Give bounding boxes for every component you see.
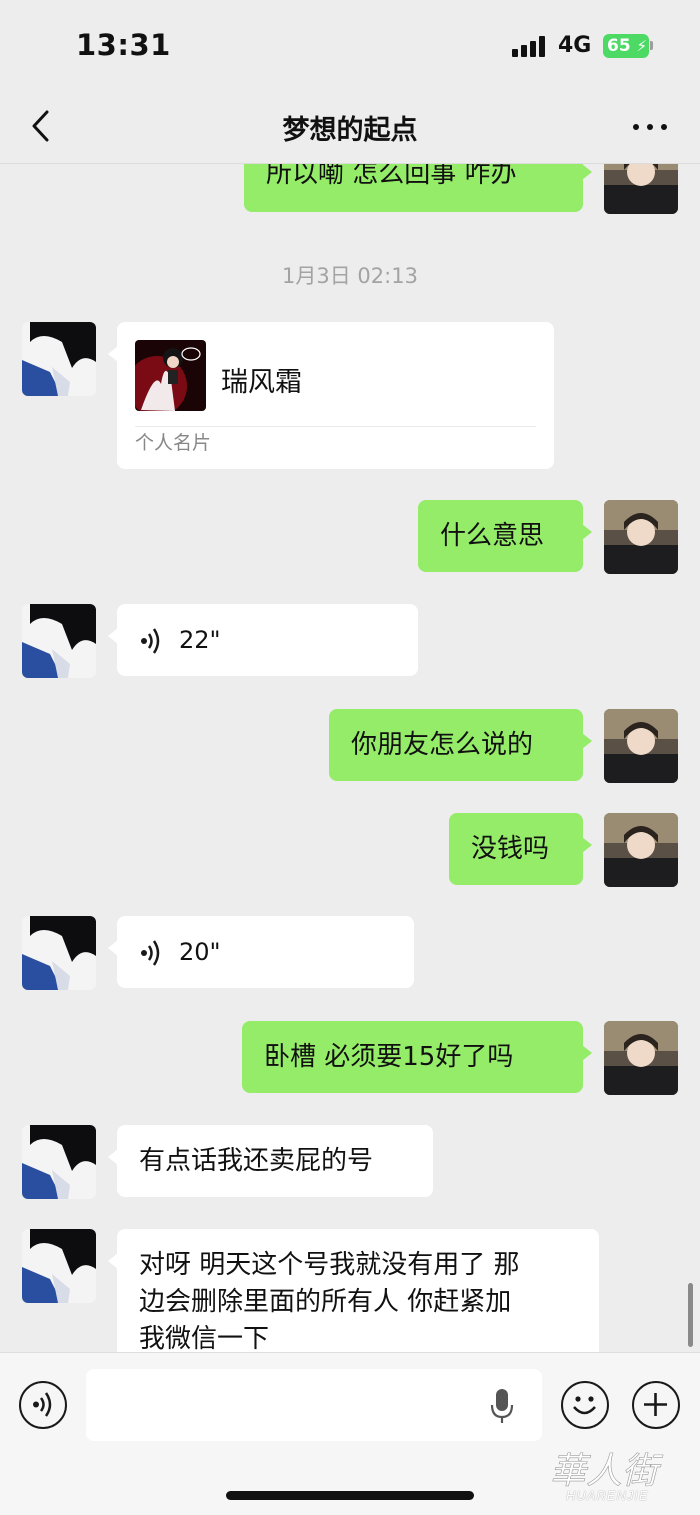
avatar-contact[interactable] (22, 322, 96, 396)
message-text-line: 边会删除里面的所有人 你赶紧加 (139, 1287, 512, 1317)
svg-text:華人街: 華人街 (550, 1451, 664, 1492)
voice-message[interactable]: 20" (108, 916, 414, 988)
message-text: 没钱吗 (471, 834, 550, 864)
battery-tip (650, 41, 653, 50)
contact-card-name: 瑞风霜 (221, 367, 302, 398)
avatar-contact[interactable] (22, 604, 96, 678)
smiley-icon (573, 1396, 596, 1415)
more-options-icon[interactable] (630, 112, 670, 142)
microphone-icon[interactable] (490, 1387, 514, 1425)
avatar-contact[interactable] (22, 916, 96, 990)
voice-wave-icon (33, 1392, 52, 1417)
message-input[interactable] (86, 1369, 542, 1441)
message-bubble-self[interactable]: 你朋友怎么说的 (329, 709, 592, 781)
message-text: 你朋友怎么说的 (351, 730, 534, 760)
avatar-self[interactable] (604, 500, 678, 574)
battery-icon: 65 ⚡ (603, 34, 649, 58)
message-text: 有点话我还卖屁的号 (139, 1146, 374, 1176)
emoji-button[interactable] (561, 1381, 609, 1429)
chat-header: 梦想的起点 (0, 90, 700, 164)
status-bar: 13:31 4G 65 ⚡ (0, 0, 700, 90)
message-bubble-self[interactable]: 什么意思 (418, 500, 592, 572)
message-text-line: 我微信一下 (139, 1324, 270, 1352)
voice-wave-icon (141, 628, 160, 654)
avatar-self[interactable] (604, 709, 678, 783)
signal-icon (512, 35, 548, 57)
charging-bolt-icon: ⚡ (636, 37, 647, 55)
contact-card-label: 个人名片 (135, 432, 212, 454)
network-type: 4G (558, 33, 592, 58)
voice-wave-icon (141, 940, 160, 966)
scrollbar[interactable] (688, 1283, 693, 1347)
avatar-self[interactable] (604, 1021, 678, 1095)
message-list[interactable]: 所以嘞 怎么回事 咋办 1月3日 02:13 瑞风霜 个人名片 什么意思 22"… (0, 0, 700, 1352)
input-bar: 華人街 HUARENJIE (0, 1352, 700, 1515)
voice-message[interactable]: 22" (108, 604, 418, 676)
plus-icon (644, 1393, 667, 1416)
contact-card-message[interactable]: 瑞风霜 个人名片 (108, 322, 554, 469)
watermark-brand: HUARENJIE (566, 1488, 649, 1503)
card-divider (135, 426, 536, 427)
message-bubble-contact[interactable]: 对呀 明天这个号我就没有用了 那 边会删除里面的所有人 你赶紧加 我微信一下 (108, 1229, 599, 1352)
voice-duration: 22" (179, 626, 221, 654)
voice-duration: 20" (179, 938, 221, 966)
message-bubble-self[interactable]: 没钱吗 (449, 813, 592, 885)
message-text-line: 对呀 明天这个号我就没有用了 那 (139, 1250, 520, 1280)
avatar-contact[interactable] (22, 1125, 96, 1199)
chat-title: 梦想的起点 (282, 115, 418, 146)
home-indicator[interactable] (226, 1491, 474, 1500)
message-text: 卧槽 必须要15好了吗 (264, 1042, 514, 1072)
contact-card-avatar (135, 340, 206, 411)
message-timestamp: 1月3日 02:13 (282, 264, 418, 288)
message-bubble-self[interactable]: 卧槽 必须要15好了吗 (242, 1021, 592, 1093)
message-text: 什么意思 (440, 521, 545, 551)
message-bubble-contact[interactable]: 有点话我还卖屁的号 (108, 1125, 433, 1197)
battery-level: 65 (607, 36, 631, 56)
status-time: 13:31 (76, 28, 171, 62)
more-functions-button[interactable] (632, 1381, 680, 1429)
avatar-contact[interactable] (22, 1229, 96, 1303)
avatar-self[interactable] (604, 813, 678, 887)
voice-input-button[interactable] (19, 1381, 67, 1429)
